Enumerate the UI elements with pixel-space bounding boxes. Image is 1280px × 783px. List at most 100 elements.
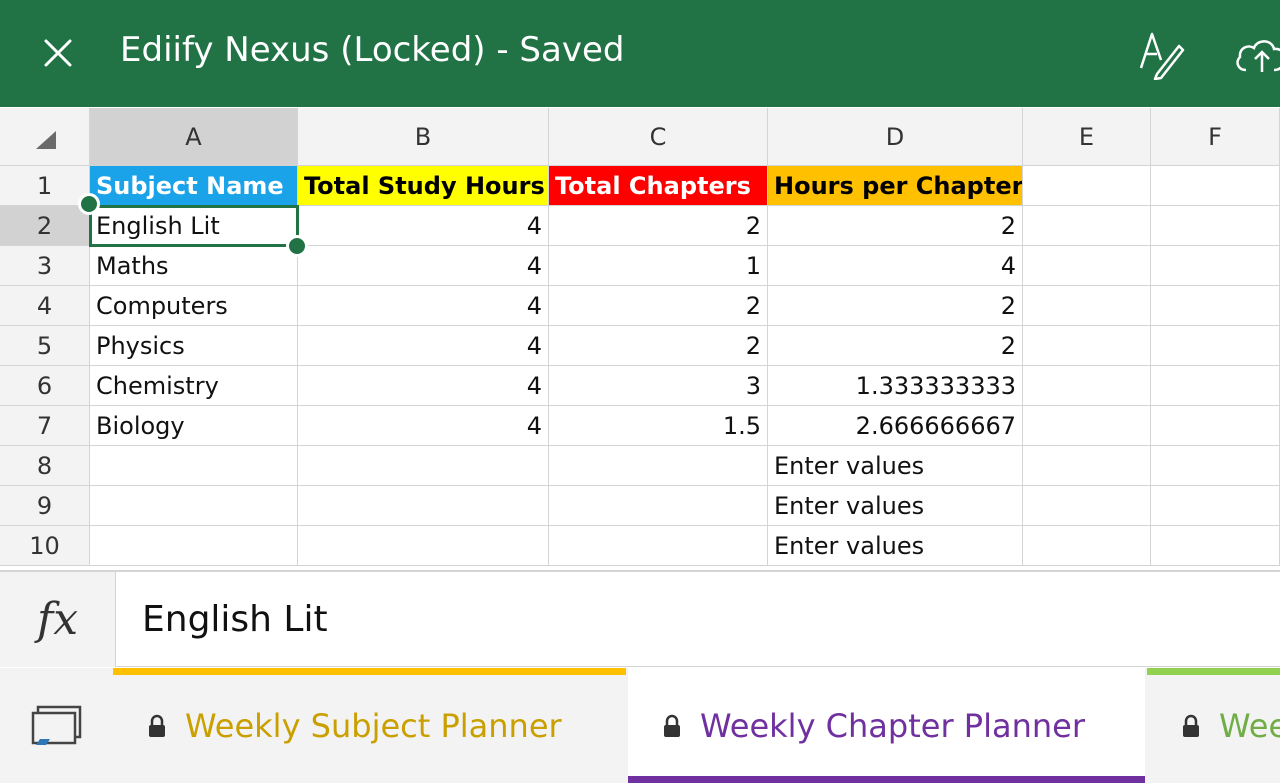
cell-a2[interactable]: English Lit [90, 206, 298, 246]
row-header[interactable]: 6 [0, 366, 90, 406]
cell-a7[interactable]: Biology [90, 406, 298, 446]
cell-b6[interactable]: 4 [298, 366, 549, 406]
cell-b4[interactable]: 4 [298, 286, 549, 326]
column-header-e[interactable]: E [1023, 108, 1151, 166]
row-header[interactable]: 4 [0, 286, 90, 326]
cell-b5[interactable]: 4 [298, 326, 549, 366]
row-header[interactable]: 2 [0, 206, 90, 246]
column-header-c[interactable]: C [549, 108, 768, 166]
column-header-b[interactable]: B [298, 108, 549, 166]
upload-button[interactable] [1232, 32, 1280, 78]
cell-e7[interactable] [1023, 406, 1151, 446]
cell-a6[interactable]: Chemistry [90, 366, 298, 406]
column-header-a[interactable]: A [90, 108, 298, 166]
row-header[interactable]: 8 [0, 446, 90, 486]
cell-d1[interactable]: Hours per Chapter [768, 166, 1023, 206]
selection-handle-end[interactable] [286, 235, 308, 257]
cell-f1[interactable] [1151, 166, 1280, 206]
cell-c10[interactable] [549, 526, 768, 566]
row-header[interactable]: 1 [0, 166, 90, 206]
formula-bar: fx English Lit [0, 570, 1280, 667]
cell-f8[interactable] [1151, 446, 1280, 486]
cell-a1[interactable]: Subject Name [90, 166, 298, 206]
cell-f5[interactable] [1151, 326, 1280, 366]
edit-button[interactable] [1135, 28, 1187, 81]
cell-c4[interactable]: 2 [549, 286, 768, 326]
document-title: Ediify Nexus (Locked) - Saved [120, 30, 625, 70]
cell-b2[interactable]: 4 [298, 206, 549, 246]
cell-b3[interactable]: 4 [298, 246, 549, 286]
sheet-tab[interactable]: Wee [1147, 668, 1280, 783]
column-header-d[interactable]: D [768, 108, 1023, 166]
cell-b1[interactable]: Total Study Hours [298, 166, 549, 206]
cell-c6[interactable]: 3 [549, 366, 768, 406]
cell-d2[interactable]: 2 [768, 206, 1023, 246]
cell-e1[interactable] [1023, 166, 1151, 206]
cell-d6[interactable]: 1.333333333 [768, 366, 1023, 406]
spreadsheet-grid[interactable]: A B C D E F 1 2 3 4 5 6 7 8 9 10 Subject Name Tota… [0, 108, 1280, 570]
cell-e4[interactable] [1023, 286, 1151, 326]
cell-e6[interactable] [1023, 366, 1151, 406]
row-header[interactable]: 7 [0, 406, 90, 446]
cell-a9[interactable] [90, 486, 298, 526]
cell-a5[interactable]: Physics [90, 326, 298, 366]
cell-d4[interactable]: 2 [768, 286, 1023, 326]
lock-icon [1183, 714, 1199, 737]
cell-d10[interactable]: Enter values [768, 526, 1023, 566]
sheet-tab[interactable]: Weekly Chapter Planner [628, 668, 1145, 783]
cell-c8[interactable] [549, 446, 768, 486]
cell-d8[interactable]: Enter values [768, 446, 1023, 486]
cell-c3[interactable]: 1 [549, 246, 768, 286]
tab-color-strip [1147, 668, 1280, 675]
cell-f10[interactable] [1151, 526, 1280, 566]
cell-e5[interactable] [1023, 326, 1151, 366]
sheet-tab-label: Wee [1219, 706, 1280, 745]
sheet-list-icon [31, 705, 81, 745]
cell-c7[interactable]: 1.5 [549, 406, 768, 446]
row-header[interactable]: 3 [0, 246, 90, 286]
cell-b10[interactable] [298, 526, 549, 566]
tab-color-strip [113, 668, 626, 675]
cell-e8[interactable] [1023, 446, 1151, 486]
cell-f3[interactable] [1151, 246, 1280, 286]
cell-a3[interactable]: Maths [90, 246, 298, 286]
sheet-tab[interactable]: Weekly Subject Planner [113, 668, 626, 783]
row-header[interactable]: 9 [0, 486, 90, 526]
select-all-button[interactable] [0, 108, 90, 166]
cell-f9[interactable] [1151, 486, 1280, 526]
function-button[interactable]: fx [0, 572, 116, 667]
cell-c9[interactable] [549, 486, 768, 526]
cell-e2[interactable] [1023, 206, 1151, 246]
formula-input[interactable]: English Lit [116, 572, 1280, 667]
cell-c2[interactable]: 2 [549, 206, 768, 246]
cell-f4[interactable] [1151, 286, 1280, 326]
cell-d7[interactable]: 2.666666667 [768, 406, 1023, 446]
cell-e3[interactable] [1023, 246, 1151, 286]
cell-d5[interactable]: 2 [768, 326, 1023, 366]
selection-handle-start[interactable] [78, 193, 100, 215]
cell-f6[interactable] [1151, 366, 1280, 406]
cell-b7[interactable]: 4 [298, 406, 549, 446]
cell-e9[interactable] [1023, 486, 1151, 526]
title-bar: Ediify Nexus (Locked) - Saved [0, 0, 1280, 107]
cell-d3[interactable]: 4 [768, 246, 1023, 286]
cell-f2[interactable] [1151, 206, 1280, 246]
cell-c5[interactable]: 2 [549, 326, 768, 366]
close-icon [44, 39, 72, 67]
cell-f7[interactable] [1151, 406, 1280, 446]
cell-a4[interactable]: Computers [90, 286, 298, 326]
column-header-f[interactable]: F [1151, 108, 1280, 166]
cell-d9[interactable]: Enter values [768, 486, 1023, 526]
row-header[interactable]: 10 [0, 526, 90, 566]
cell-b8[interactable] [298, 446, 549, 486]
cloud-upload-icon [1236, 40, 1280, 72]
lock-icon [149, 714, 165, 737]
cell-b9[interactable] [298, 486, 549, 526]
sheet-list-button[interactable] [0, 668, 113, 783]
cell-c1[interactable]: Total Chapters [549, 166, 768, 206]
cell-e10[interactable] [1023, 526, 1151, 566]
cell-a10[interactable] [90, 526, 298, 566]
close-button[interactable] [38, 33, 78, 73]
row-header[interactable]: 5 [0, 326, 90, 366]
cell-a8[interactable] [90, 446, 298, 486]
